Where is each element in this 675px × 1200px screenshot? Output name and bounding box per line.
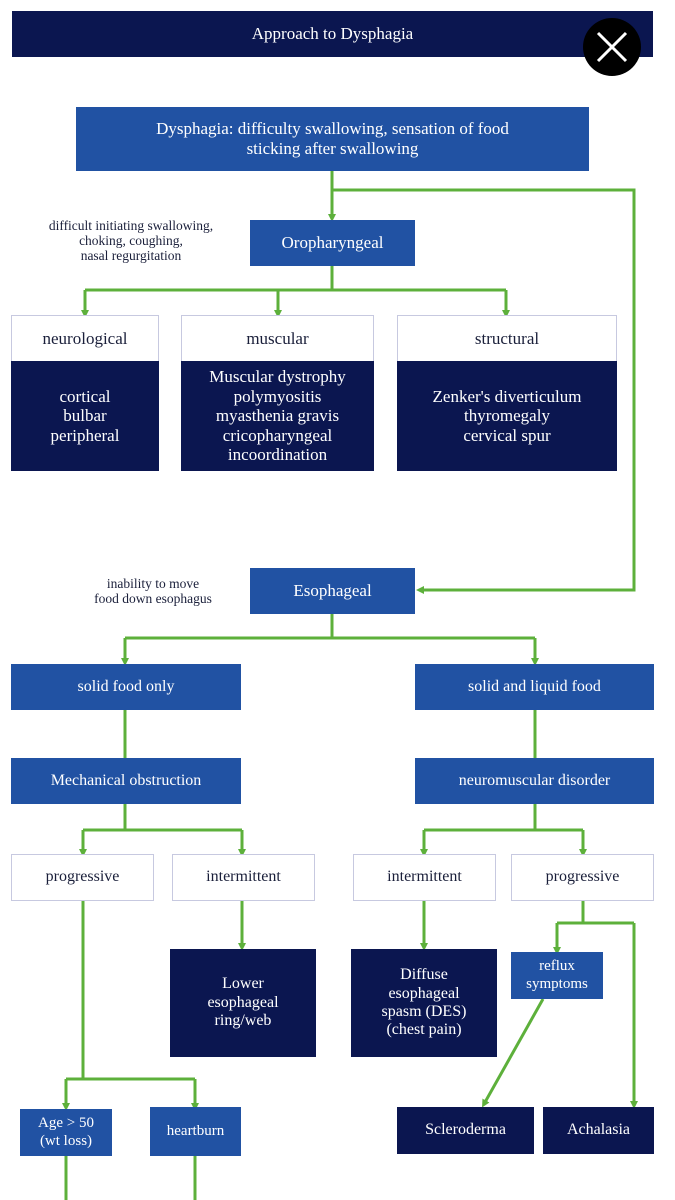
category-muscular-detail: Muscular dystrophy polymyositis myasthen…	[181, 361, 374, 471]
heartburn-node: heartburn	[150, 1107, 241, 1156]
connector-eso-split	[125, 613, 535, 640]
reflux-symptoms-node: reflux symptoms	[511, 952, 603, 999]
category-neurological-detail: cortical bulbar peripheral	[11, 361, 159, 471]
connector-prog-split2	[557, 900, 634, 925]
esophageal-note: inability to move food down esophagus	[94, 576, 212, 606]
solid-progressive-node: progressive	[11, 854, 154, 901]
esophageal-node: Esophageal	[250, 568, 415, 614]
sl-progressive-node: progressive	[511, 854, 654, 901]
oropharyngeal-node: Oropharyngeal	[250, 220, 415, 266]
root-node: Dysphagia: difficulty swallowing, sensat…	[76, 107, 589, 171]
category-structural-detail: Zenker's diverticulum thyromegaly cervic…	[397, 361, 617, 471]
lower-esophageal-ring-node: Lower esophageal ring/web	[170, 949, 316, 1057]
page-title: Approach to Dysphagia	[251, 24, 414, 43]
neuromuscular-disorder-node: neuromuscular disorder	[415, 758, 654, 804]
category-structural: structural	[397, 315, 617, 362]
des-node: Diffuse esophageal spasm (DES) (chest pa…	[351, 949, 497, 1057]
connector-oro-split	[85, 265, 506, 292]
mechanical-obstruction-node: Mechanical obstruction	[11, 758, 241, 804]
sl-intermittent-node: intermittent	[353, 854, 496, 901]
solid-liquid-food-node: solid and liquid food	[415, 664, 654, 710]
close-x-icon	[596, 31, 628, 63]
solid-intermittent-node: intermittent	[172, 854, 315, 901]
scleroderma-node: Scleroderma	[397, 1107, 534, 1154]
page-header: Approach to Dysphagia	[12, 11, 653, 57]
oropharyngeal-note: difficult initiating swallowing, choking…	[48, 218, 214, 263]
close-button[interactable]	[583, 18, 641, 76]
age-over-50-node: Age > 50 (wt loss)	[20, 1109, 112, 1156]
connector-mech-split	[83, 804, 242, 832]
category-neurological: neurological	[11, 315, 159, 362]
achalasia-node: Achalasia	[543, 1107, 654, 1154]
connector-neuro-split	[424, 804, 583, 832]
solid-food-only-node: solid food only	[11, 664, 241, 710]
category-muscular: muscular	[181, 315, 374, 362]
